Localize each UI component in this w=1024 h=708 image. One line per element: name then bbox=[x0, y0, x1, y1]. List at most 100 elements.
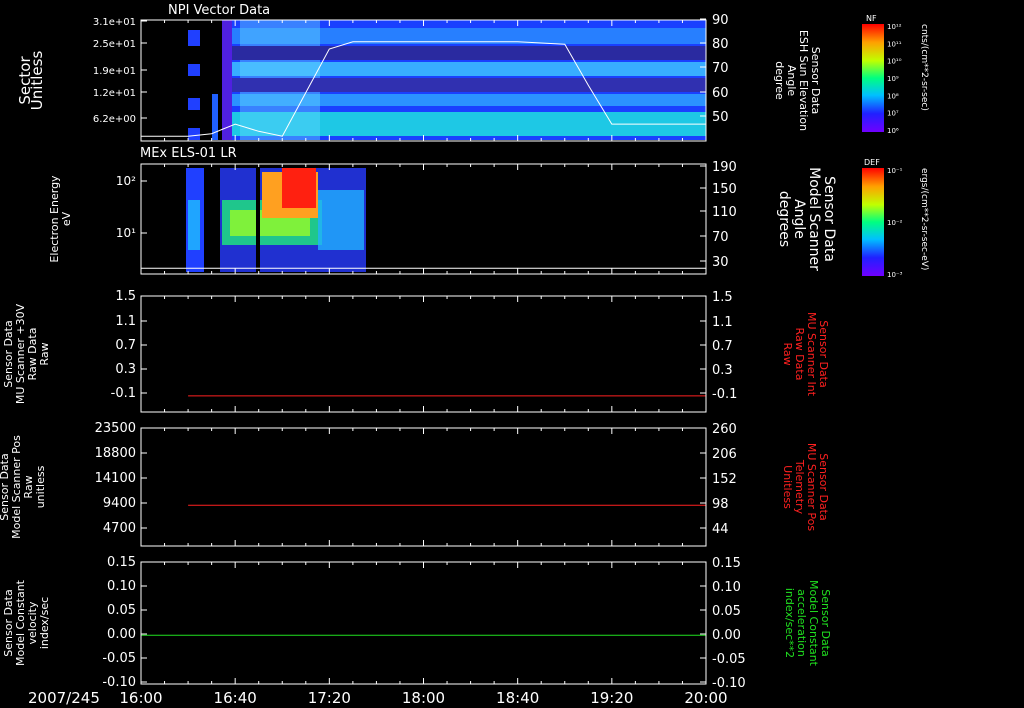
def-colorbar-gradient bbox=[862, 168, 884, 276]
y-axis-label-line: Unitless bbox=[28, 51, 46, 111]
y-axis-label-line: Model Scanner bbox=[806, 167, 822, 271]
x-tick-label: 17:20 bbox=[308, 689, 351, 707]
y-axis-label-right: Sensor DataMU Scanner IntRaw DataRaw bbox=[781, 312, 830, 397]
y-tick-label: 206 bbox=[712, 447, 737, 462]
y-axis-label-line: degrees bbox=[776, 191, 792, 247]
x-tick-label: 16:00 bbox=[119, 689, 162, 707]
x-tick-label: 18:00 bbox=[402, 689, 445, 707]
spectrogram-column bbox=[188, 30, 200, 46]
y-axis-label-line: index/sec bbox=[38, 597, 51, 649]
y-tick-label: 0.7 bbox=[115, 338, 136, 353]
y-tick-label: 60 bbox=[712, 86, 729, 101]
y-tick-label: 0.10 bbox=[107, 579, 136, 594]
y-axis-label-right: Sensor DataESH Sun ElevationAngledegree bbox=[773, 30, 822, 131]
def-colorbar: DEF 10⁻¹ 10⁻² 10⁻³ ergs/(cm**2-sr-sec-eV) bbox=[862, 158, 929, 279]
def-colorbar-title: DEF bbox=[864, 158, 880, 167]
y-tick-label: 0.00 bbox=[712, 628, 741, 643]
y-tick-label: 90 bbox=[712, 13, 729, 28]
y-tick-label: 18800 bbox=[95, 446, 136, 461]
y-axis-label-line: degree bbox=[773, 61, 786, 100]
y-axis-label-right: Sensor DataMU Scanner PosTelemetryUnitle… bbox=[781, 443, 830, 532]
spectrogram-gap bbox=[222, 46, 706, 60]
y-tick-label: 0.05 bbox=[107, 603, 136, 618]
spectrogram-image bbox=[186, 168, 366, 272]
y-tick-label: 9400 bbox=[103, 496, 136, 511]
x-tick-label: 16:40 bbox=[214, 689, 257, 707]
colorbar-tick-label: 10¹¹ bbox=[887, 40, 902, 48]
nf-colorbar-units: cnts/(cm**2-sr-sec) bbox=[919, 24, 929, 111]
y-tick-label: -0.05 bbox=[712, 652, 746, 667]
y-axis-label-right: Sensor DataModel ScannerAngledegrees bbox=[776, 167, 837, 271]
spectrogram-gap bbox=[256, 168, 260, 272]
nf-colorbar: NF 10¹² 10¹¹ 10¹⁰ 10⁹ 10⁸ 10⁷ 10⁶ cnts/(cm**2-… bbox=[862, 14, 929, 135]
spectrogram-gap bbox=[222, 78, 706, 92]
panel-title: NPI Vector Data bbox=[168, 3, 270, 18]
y-tick-label: 1.9e+01 bbox=[93, 66, 136, 77]
y-tick-label: 1.5 bbox=[115, 289, 136, 304]
y-tick-label: -0.10 bbox=[712, 676, 746, 691]
multi-panel-time-series-figure: NPI Vector Data MEx ELS-01 LR 2007/245 1… bbox=[0, 3, 929, 707]
spectrogram-patch bbox=[188, 200, 200, 250]
y-tick-label: -0.05 bbox=[102, 651, 136, 666]
y-tick-label: 0.3 bbox=[712, 363, 733, 378]
y-tick-label: 70 bbox=[712, 230, 729, 245]
y-tick-label: 0.10 bbox=[712, 580, 741, 595]
y-tick-label: 70 bbox=[712, 61, 729, 76]
colorbar-tick-label: 10⁷ bbox=[887, 110, 899, 118]
y-tick-label: 1.2e+01 bbox=[93, 88, 136, 99]
y-tick-label: -0.1 bbox=[111, 386, 136, 401]
colorbar-tick-label: 10⁶ bbox=[887, 127, 899, 135]
y-tick-label: 260 bbox=[712, 422, 737, 437]
panel-title: MEx ELS-01 LR bbox=[140, 146, 237, 161]
spectrogram-column bbox=[188, 98, 200, 110]
y-axis-label-line: Angle bbox=[791, 199, 807, 239]
y-tick-label: 3.1e+01 bbox=[93, 17, 136, 28]
y-tick-label: 98 bbox=[712, 497, 729, 512]
y-axis-label-line: Raw bbox=[38, 342, 51, 365]
y-tick-label: 44 bbox=[712, 522, 729, 537]
y-axis-label-line: Sensor Data bbox=[821, 176, 837, 262]
x-tick-label: 19:20 bbox=[590, 689, 633, 707]
spectrogram-column bbox=[188, 64, 200, 76]
y-axis-label-line: Unitless bbox=[781, 465, 794, 509]
y-axis-label-line: unitless bbox=[34, 465, 47, 508]
y-tick-label: 50 bbox=[712, 110, 729, 125]
colorbar-tick-label: 10⁹ bbox=[887, 75, 899, 83]
colorbar-tick-label: 10⁸ bbox=[887, 92, 899, 100]
y-tick-label: -0.10 bbox=[102, 675, 136, 690]
y-tick-label: 2.5e+01 bbox=[93, 39, 136, 50]
y-axis-label-line: eV bbox=[60, 211, 73, 226]
y-tick-label: 10¹ bbox=[116, 226, 136, 240]
nf-colorbar-title: NF bbox=[866, 14, 877, 23]
panel-frame bbox=[140, 295, 707, 413]
y-tick-label: 23500 bbox=[95, 421, 136, 436]
colorbar-tick-label: 10¹² bbox=[887, 23, 902, 31]
y-axis-label-left: Electron Energy eV bbox=[48, 175, 73, 263]
spectrogram-column bbox=[222, 20, 232, 140]
y-tick-label: 0.00 bbox=[107, 627, 136, 642]
spectrogram-gap bbox=[205, 168, 219, 272]
y-tick-label: 30 bbox=[712, 255, 729, 270]
y-axis-label-right: Sensor DataModel Constantaccelerationind… bbox=[783, 580, 832, 667]
spectrogram-patch bbox=[282, 168, 316, 208]
y-axis-label-left: SectorUnitless bbox=[16, 51, 46, 111]
y-tick-label: 14100 bbox=[95, 471, 136, 486]
y-tick-label: 0.05 bbox=[712, 604, 741, 619]
spectrogram-patch bbox=[318, 190, 364, 250]
y-tick-label: 150 bbox=[712, 182, 737, 197]
spectrogram-image bbox=[188, 20, 706, 140]
colorbar-tick-label: 10⁻² bbox=[887, 219, 903, 227]
y-tick-label: 1.1 bbox=[115, 314, 136, 329]
y-tick-label: 152 bbox=[712, 472, 737, 487]
y-tick-label: 10² bbox=[116, 174, 136, 188]
colorbar-tick-label: 10¹⁰ bbox=[887, 58, 902, 66]
panel-frame bbox=[140, 427, 707, 547]
nf-colorbar-gradient bbox=[862, 24, 884, 132]
y-axis-label-left: Sensor Data Model Scanner Pos Raw unitless bbox=[0, 435, 47, 539]
spectrogram-column bbox=[188, 128, 200, 140]
y-tick-label: 6.2e+00 bbox=[93, 114, 136, 125]
colorbar-tick-label: 10⁻¹ bbox=[887, 167, 903, 175]
y-tick-label: 0.7 bbox=[712, 339, 733, 354]
x-tick-label: 20:00 bbox=[684, 689, 727, 707]
y-axis-label-line: Raw bbox=[781, 342, 794, 365]
